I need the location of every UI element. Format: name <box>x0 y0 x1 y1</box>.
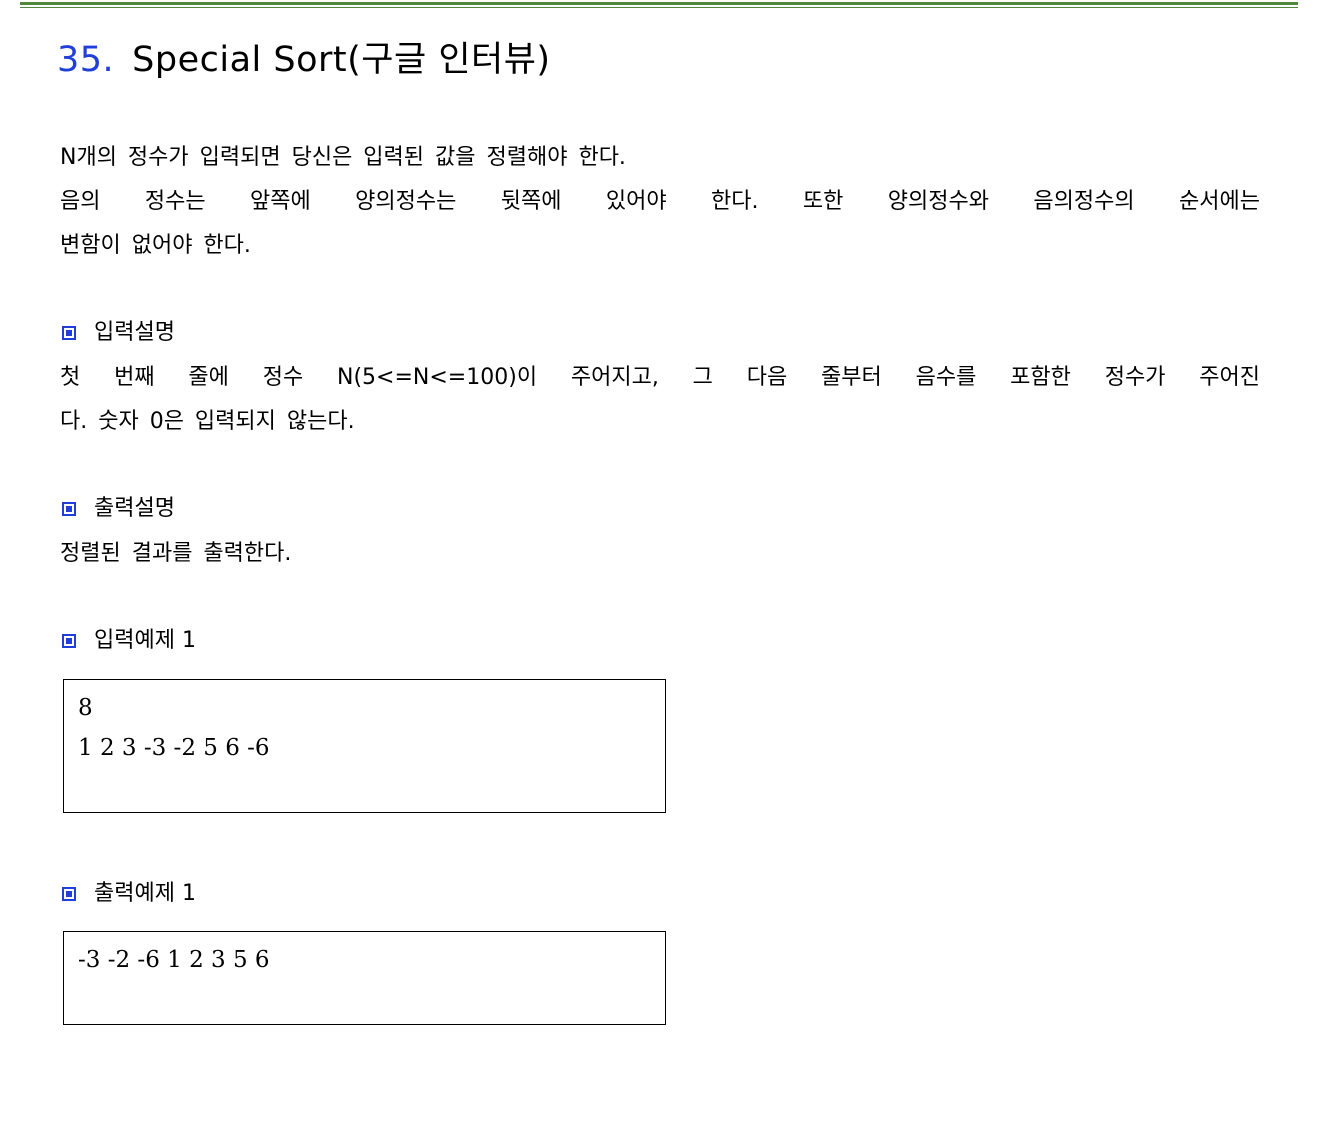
output-example-line: -3 -2 -6 1 2 3 5 6 <box>78 947 270 973</box>
input-spec-heading: 입력설명 <box>60 318 175 348</box>
output-example-box: -3 -2 -6 1 2 3 5 6 <box>63 931 666 1025</box>
square-bullet-icon <box>62 326 76 340</box>
input-example-line: 8 <box>78 695 93 721</box>
output-spec-heading: 출력설명 <box>60 494 175 524</box>
square-bullet-icon <box>62 887 76 901</box>
output-example-heading: 출력예제 1 <box>60 879 196 909</box>
input-spec-line: 첫 번째 줄에 정수 N(5<=N<=100)이 주어지고, 그 다음 줄부터 … <box>60 365 1260 390</box>
description-line: N개의 정수가 입력되면 당신은 입력된 값을 정렬해야 한다. <box>60 145 626 170</box>
input-spec-text: 첫 번째 줄에 정수 N(5<=N<=100)이 주어지고, 그 다음 줄부터 … <box>60 356 1260 444</box>
problem-title: Special Sort(구글 인터뷰) <box>132 40 551 80</box>
square-bullet-icon <box>62 502 76 516</box>
output-spec-text: 정렬된 결과를 출력한다. <box>60 532 1260 576</box>
square-bullet-icon <box>62 634 76 648</box>
input-example-line: 1 2 3 -3 -2 5 6 -6 <box>78 735 270 761</box>
problem-description: N개의 정수가 입력되면 당신은 입력된 값을 정렬해야 한다. 음의 정수는 … <box>60 136 1260 268</box>
page-title: 35. Special Sort(구글 인터뷰) <box>57 38 551 82</box>
description-line: 음의 정수는 앞쪽에 양의정수는 뒷쪽에 있어야 한다. 또한 양의정수와 음의… <box>60 189 1260 214</box>
description-line: 변함이 없어야 한다. <box>60 233 251 258</box>
problem-number: 35. <box>57 40 115 80</box>
output-spec-line: 정렬된 결과를 출력한다. <box>60 541 292 566</box>
input-example-heading-label: 입력예제 1 <box>94 628 196 653</box>
input-spec-heading-label: 입력설명 <box>94 320 175 345</box>
input-spec-line: 다. 숫자 0은 입력되지 않는다. <box>60 409 355 434</box>
input-example-box: 8 1 2 3 -3 -2 5 6 -6 <box>63 679 666 813</box>
output-spec-heading-label: 출력설명 <box>94 496 175 521</box>
output-example-heading-label: 출력예제 1 <box>94 881 196 906</box>
top-rule <box>20 2 1298 8</box>
input-example-heading: 입력예제 1 <box>60 626 196 656</box>
